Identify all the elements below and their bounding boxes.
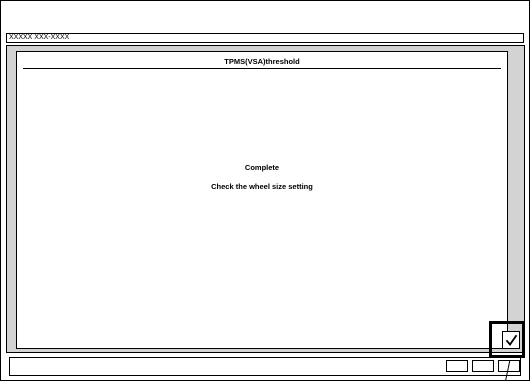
instruction-message: Check the wheel size setting [211, 182, 313, 191]
status-slot [472, 360, 494, 372]
status-message: Complete [244, 163, 280, 172]
content-area: TPMS(VSA)threshold Complete Check the wh… [16, 51, 508, 349]
main-panel: TPMS(VSA)threshold Complete Check the wh… [6, 45, 525, 353]
id-text: XXXXX XXX-XXXX [9, 34, 70, 41]
title-divider [23, 68, 501, 69]
status-bar [9, 357, 521, 376]
checkmark-icon [505, 334, 517, 346]
page-title: TPMS(VSA)threshold [224, 57, 300, 66]
confirm-button[interactable] [502, 331, 520, 349]
id-bar: XXXXX XXX-XXXX [6, 33, 524, 43]
status-slot [446, 360, 468, 372]
